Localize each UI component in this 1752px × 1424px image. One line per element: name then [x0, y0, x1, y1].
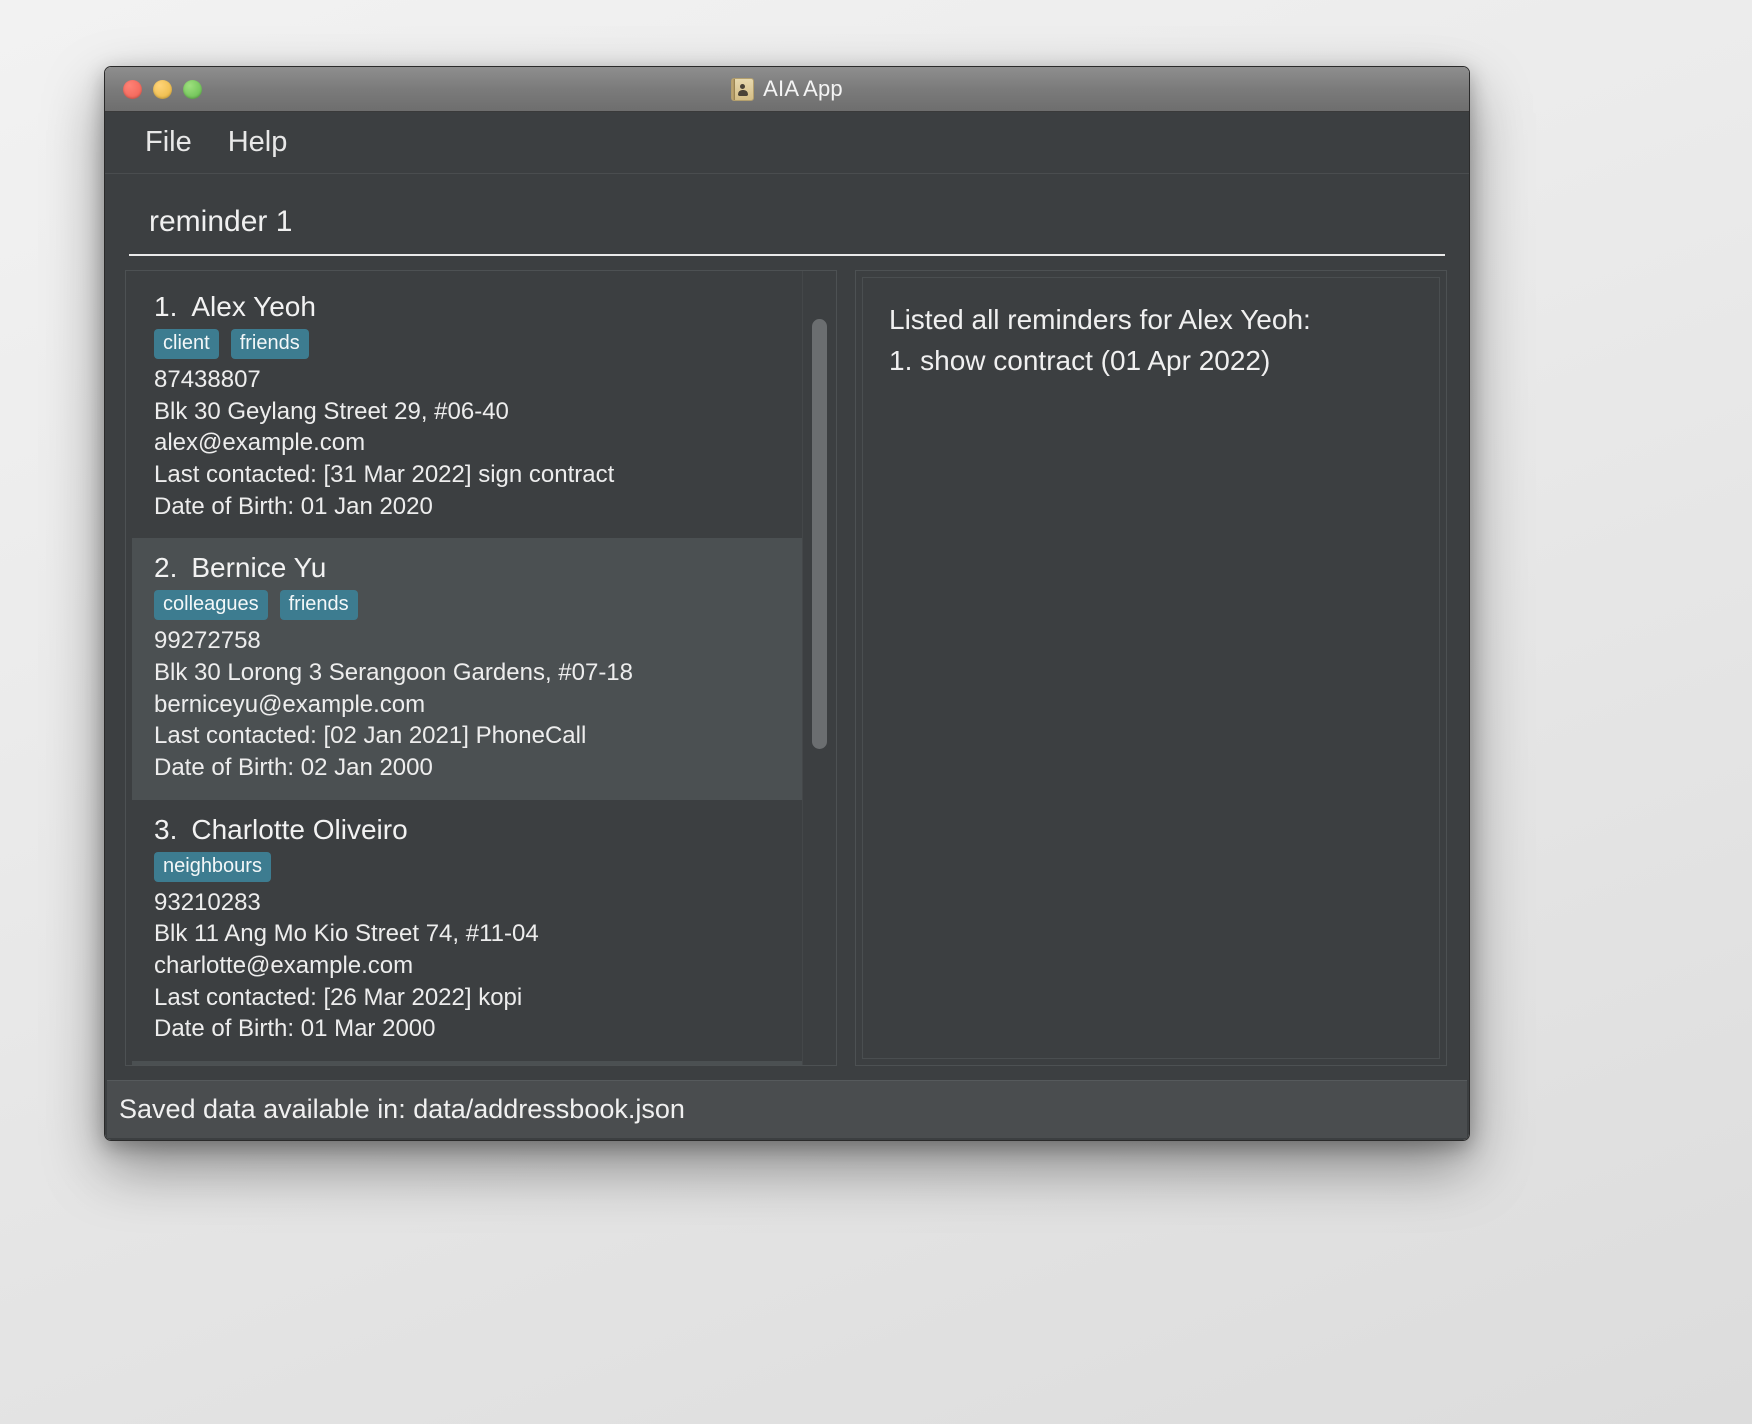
contact-name-row: 3. Charlotte Oliveiro: [154, 814, 782, 846]
contact-card[interactable]: 3. Charlotte Oliveiro neighbours 9321028…: [132, 799, 802, 1062]
contact-index: 2.: [154, 552, 178, 584]
menu-item-file[interactable]: File: [131, 122, 206, 163]
contact-name-row: 2. Bernice Yu: [154, 552, 782, 584]
maximize-button[interactable]: [183, 79, 202, 99]
app-body: File Help reminder 1 1. Alex Yeoh client…: [105, 112, 1469, 1140]
contact-list-viewport[interactable]: 1. Alex Yeoh client friends 87438807 Blk…: [126, 271, 802, 1065]
contact-date-of-birth: Date of Birth: 02 Jan 2000: [154, 754, 433, 782]
contact-list-panel: 1. Alex Yeoh client friends 87438807 Blk…: [125, 270, 837, 1066]
window-controls: [123, 79, 202, 99]
contact-last-contacted: Last contacted: [26 Mar 2022] kopi: [154, 983, 523, 1011]
panel-divider: [837, 270, 855, 1066]
contact-card[interactable]: 4. David Li family 91031282: [132, 1061, 802, 1065]
result-display: Listed all reminders for Alex Yeoh: 1. s…: [862, 277, 1440, 1059]
main-content: 1. Alex Yeoh client friends 87438807 Blk…: [105, 256, 1469, 1066]
command-input[interactable]: reminder 1: [129, 196, 1445, 256]
contact-email: charlotte@example.com: [154, 952, 414, 980]
window-titlebar[interactable]: AIA App: [105, 67, 1469, 112]
contact-list-scrollbar[interactable]: [802, 271, 836, 1065]
command-bar: reminder 1: [105, 174, 1469, 256]
address-book-icon: [731, 77, 755, 101]
contact-address: Blk 30 Geylang Street 29, #06-40: [154, 397, 509, 425]
window-title: AIA App: [763, 76, 843, 101]
menu-bar: File Help: [105, 112, 1469, 174]
app-window: AIA App File Help reminder 1 1. Alex Yeo…: [104, 66, 1470, 1141]
status-bar-text: Saved data available in: data/addressboo…: [119, 1094, 685, 1124]
window-title-group: AIA App: [105, 67, 1469, 111]
contact-phone: 93210283: [154, 888, 261, 916]
tag-badge[interactable]: colleagues: [154, 590, 268, 621]
result-line: 1. show contract (01 Apr 2022): [889, 344, 1271, 376]
close-button[interactable]: [123, 79, 142, 99]
status-bar: Saved data available in: data/addressboo…: [107, 1080, 1467, 1138]
contact-name: Charlotte Oliveiro: [191, 813, 408, 845]
contact-tags: client friends: [154, 329, 782, 359]
result-line: Listed all reminders for Alex Yeoh:: [889, 304, 1311, 335]
contact-phone: 99272758: [154, 627, 261, 655]
contact-index: 1.: [154, 291, 178, 322]
contact-email: alex@example.com: [154, 429, 366, 457]
tag-badge[interactable]: friends: [279, 590, 358, 621]
contact-phone: 87438807: [154, 366, 261, 393]
contact-card[interactable]: 2. Bernice Yu colleagues friends 9927275…: [132, 538, 802, 800]
contact-tags: neighbours: [154, 851, 782, 882]
menu-item-help[interactable]: Help: [214, 122, 302, 163]
contact-name: Bernice Yu: [191, 552, 327, 584]
contact-email: berniceyu@example.com: [154, 690, 426, 718]
contact-address: Blk 30 Lorong 3 Serangoon Gardens, #07-1…: [154, 659, 634, 687]
contact-name: Alex Yeoh: [191, 291, 316, 322]
contact-index: 3.: [154, 813, 178, 845]
contact-list: 1. Alex Yeoh client friends 87438807 Blk…: [132, 277, 802, 1065]
tag-badge[interactable]: neighbours: [154, 851, 271, 882]
minimize-button[interactable]: [153, 79, 172, 99]
result-panel: Listed all reminders for Alex Yeoh: 1. s…: [855, 270, 1447, 1066]
contact-name-row: 1. Alex Yeoh: [154, 291, 782, 323]
contact-date-of-birth: Date of Birth: 01 Mar 2000: [154, 1015, 436, 1043]
tag-badge[interactable]: friends: [230, 329, 309, 359]
contact-tags: colleagues friends: [154, 590, 782, 621]
contact-last-contacted: Last contacted: [31 Mar 2022] sign contr…: [154, 461, 615, 489]
tag-badge[interactable]: client: [154, 329, 219, 359]
contact-date-of-birth: Date of Birth: 01 Jan 2020: [154, 492, 433, 520]
contact-last-contacted: Last contacted: [02 Jan 2021] PhoneCall: [154, 722, 587, 750]
contact-card[interactable]: 1. Alex Yeoh client friends 87438807 Blk…: [132, 277, 802, 539]
scrollbar-thumb[interactable]: [812, 319, 827, 749]
command-input-value: reminder 1: [149, 205, 293, 238]
contact-address: Blk 11 Ang Mo Kio Street 74, #11-04: [154, 920, 539, 948]
